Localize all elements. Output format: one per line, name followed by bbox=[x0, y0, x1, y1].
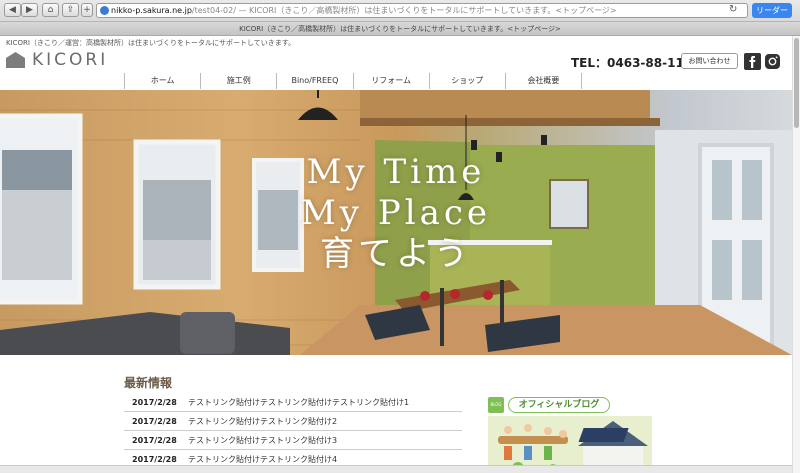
url-page-title: /test04-02/ — KICORI（きこり／高橋製材所）は住まいづくりをト… bbox=[191, 6, 617, 15]
news-item[interactable]: 2017/2/28 テストリンク貼付けテストリンク貼付けテストリンク貼付け1 bbox=[124, 393, 462, 412]
news-link[interactable]: テストリンク貼付けテストリンク貼付けテストリンク貼付け1 bbox=[188, 397, 409, 408]
news-date: 2017/2/28 bbox=[132, 435, 177, 445]
forward-button[interactable]: ▶ bbox=[21, 3, 38, 17]
address-bar[interactable]: nikko-p.sakura.ne.jp/test04-02/ — KICORI… bbox=[96, 3, 748, 18]
back-button[interactable]: ◀ bbox=[4, 3, 21, 17]
hero-line-1: My Time bbox=[306, 152, 486, 192]
nav-item-home[interactable]: ホーム bbox=[124, 73, 200, 89]
nav-item-works[interactable]: 施工例 bbox=[200, 73, 276, 89]
site-logo[interactable]: KICORI bbox=[4, 49, 108, 71]
page-scrollbar[interactable] bbox=[792, 36, 800, 473]
hero-image: My Time My Place 育てよう bbox=[0, 90, 792, 355]
site-tagline: KICORI（きこり／運営：高橋製材所）は住まいづくりをトータルにサポートしてい… bbox=[6, 39, 296, 47]
news-date: 2017/2/28 bbox=[132, 454, 177, 464]
hero-line-2: My Place bbox=[300, 193, 491, 233]
nav-item-shop[interactable]: ショップ bbox=[428, 73, 505, 89]
blog-badge: BLOG bbox=[488, 397, 504, 413]
url-host: nikko-p.sakura.ne.jp bbox=[111, 6, 192, 15]
globe-icon bbox=[100, 6, 109, 15]
news-date: 2017/2/28 bbox=[132, 416, 177, 426]
news-link[interactable]: テストリンク貼付けテストリンク貼付け3 bbox=[188, 435, 337, 446]
hero-line-3: 育てよう bbox=[320, 234, 472, 274]
house-leaf-icon bbox=[6, 52, 25, 68]
status-bar bbox=[0, 465, 792, 473]
nav-item-company[interactable]: 会社概要 bbox=[504, 73, 583, 89]
nav-item-reform[interactable]: リフォーム bbox=[352, 73, 429, 89]
news-date: 2017/2/28 bbox=[132, 397, 177, 407]
official-blog-link[interactable]: オフィシャルブログ bbox=[508, 397, 610, 413]
hero-catchcopy: My Time My Place 育てよう bbox=[0, 152, 792, 275]
browser-toolbar: ◀ ▶ ⌂ ⇪ + nikko-p.sakura.ne.jp/test04-02… bbox=[0, 0, 800, 36]
home-button[interactable]: ⌂ bbox=[42, 3, 59, 17]
reload-icon[interactable]: ↻ bbox=[729, 4, 737, 15]
share-button[interactable]: ⇪ bbox=[62, 3, 79, 17]
news-link[interactable]: テストリンク貼付けテストリンク貼付け4 bbox=[188, 454, 337, 465]
new-tab-button[interactable]: + bbox=[81, 3, 93, 17]
logo-text: KICORI bbox=[32, 50, 109, 70]
facebook-icon[interactable] bbox=[744, 53, 761, 70]
news-heading: 最新情報 bbox=[124, 376, 173, 390]
news-link[interactable]: テストリンク貼付けテストリンク貼付け2 bbox=[188, 416, 337, 427]
instagram-icon[interactable] bbox=[764, 53, 781, 70]
tab-title[interactable]: KICORI（きこり／高橋製材所）は住まいづくりをトータルにサポートしていきます… bbox=[0, 21, 800, 35]
nav-item-bino-freeq[interactable]: Bino/FREEQ bbox=[276, 73, 352, 89]
news-list: 2017/2/28 テストリンク貼付けテストリンク貼付けテストリンク貼付け1 2… bbox=[124, 393, 462, 469]
global-nav: ホーム 施工例 Bino/FREEQ リフォーム ショップ 会社概要 bbox=[124, 73, 583, 89]
scrollbar-thumb[interactable] bbox=[794, 38, 799, 128]
contact-button[interactable]: お問い合わせ bbox=[681, 53, 738, 69]
reader-button[interactable]: リーダー bbox=[752, 3, 792, 18]
news-item[interactable]: 2017/2/28 テストリンク貼付けテストリンク貼付け2 bbox=[124, 412, 462, 431]
news-item[interactable]: 2017/2/28 テストリンク貼付けテストリンク貼付け3 bbox=[124, 431, 462, 450]
